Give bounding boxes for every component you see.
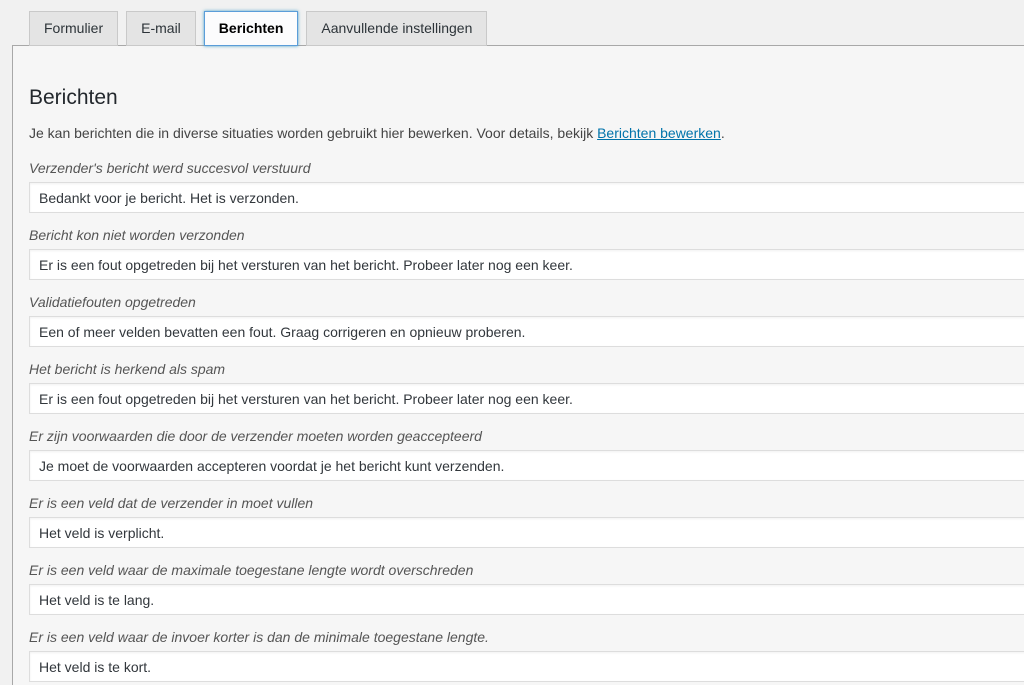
message-field-label: Er is een veld waar de invoer korter is … (29, 627, 1024, 647)
berichten-bewerken-link[interactable]: Berichten bewerken (597, 125, 721, 141)
message-field-input[interactable] (29, 517, 1024, 548)
panel-title: Berichten (29, 84, 1024, 111)
message-field-group: Verzender's bericht werd succesvol verst… (29, 158, 1024, 213)
description-text: Je kan berichten die in diverse situatie… (29, 125, 597, 141)
message-field-label: Bericht kon niet worden verzonden (29, 225, 1024, 245)
message-field-input[interactable] (29, 584, 1024, 615)
message-field-input[interactable] (29, 383, 1024, 414)
message-field-group: Er is een veld dat de verzender in moet … (29, 493, 1024, 548)
message-field-input[interactable] (29, 316, 1024, 347)
tab-berichten[interactable]: Berichten (204, 11, 299, 46)
message-field-group: Er zijn voorwaarden die door de verzende… (29, 426, 1024, 481)
message-field-input[interactable] (29, 450, 1024, 481)
message-field-input[interactable] (29, 182, 1024, 213)
message-field-group: Bericht kon niet worden verzonden (29, 225, 1024, 280)
message-field-label: Het bericht is herkend als spam (29, 359, 1024, 379)
message-field-group: Er is een veld waar de maximale toegesta… (29, 560, 1024, 615)
description-period: . (721, 125, 725, 141)
message-field-group: Er is een veld waar de invoer korter is … (29, 627, 1024, 682)
tab-formulier[interactable]: Formulier (29, 11, 118, 46)
message-field-label: Er zijn voorwaarden die door de verzende… (29, 426, 1024, 446)
message-field-label: Validatiefouten opgetreden (29, 292, 1024, 312)
panel-content: Berichten Je kan berichten die in divers… (13, 46, 1024, 682)
message-field-label: Verzender's bericht werd succesvol verst… (29, 158, 1024, 178)
message-field-input[interactable] (29, 651, 1024, 682)
message-field-group: Het bericht is herkend als spam (29, 359, 1024, 414)
tab-bar: FormulierE-mailBerichtenAanvullende inst… (29, 11, 487, 46)
tab-e-mail[interactable]: E-mail (126, 11, 196, 46)
message-fields: Verzender's bericht werd succesvol verst… (29, 158, 1024, 682)
tab-aanvullende-instellingen[interactable]: Aanvullende instellingen (306, 11, 487, 46)
panel-description: Je kan berichten die in diverse situatie… (29, 123, 1024, 143)
messages-panel: Berichten Je kan berichten die in divers… (12, 45, 1024, 685)
message-field-group: Validatiefouten opgetreden (29, 292, 1024, 347)
message-field-input[interactable] (29, 249, 1024, 280)
message-field-label: Er is een veld waar de maximale toegesta… (29, 560, 1024, 580)
message-field-label: Er is een veld dat de verzender in moet … (29, 493, 1024, 513)
